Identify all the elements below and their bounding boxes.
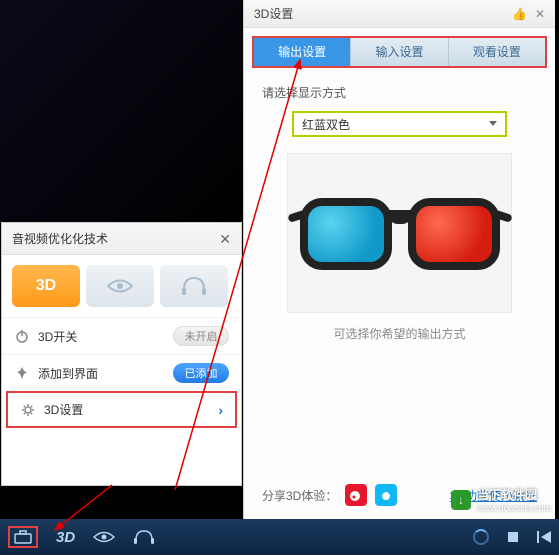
tencent-icon[interactable] (375, 484, 397, 506)
player-toolbar: 3D (0, 519, 559, 555)
glasses-preview (287, 153, 512, 313)
titlebar-controls: 👍 ✕ (512, 0, 545, 28)
panel-body: 请选择显示方式 红蓝双色 可选择你希望的输出方式 (244, 68, 555, 358)
pin-icon (14, 365, 30, 381)
switch-status-pill[interactable]: 未开启 (173, 326, 229, 346)
mode-3d-button[interactable]: 3D (12, 265, 80, 307)
select-prompt: 请选择显示方式 (262, 84, 537, 101)
eye-icon (93, 530, 115, 544)
tab-view[interactable]: 观看设置 (448, 38, 545, 66)
watermark: ↓ 当下软件园 www.downxia.com (451, 486, 551, 513)
watermark-url: www.downxia.com (477, 503, 551, 513)
panel-titlebar: 3D设置 👍 ✕ (244, 0, 555, 28)
row-add-to-ui[interactable]: 添加到界面 已添加 (2, 354, 241, 391)
toolbar-eye-button[interactable] (93, 530, 115, 544)
briefcase-icon (14, 530, 32, 544)
row-3d-switch[interactable]: 3D开关 未开启 (2, 317, 241, 354)
row-label: 添加到界面 (38, 365, 165, 382)
headphone-icon (133, 529, 155, 545)
description-text: 可选择你希望的输出方式 (262, 325, 537, 342)
loading-spinner-icon (473, 529, 489, 545)
watermark-badge-icon: ↓ (451, 490, 471, 510)
prev-icon (537, 531, 551, 543)
mode-eye-button[interactable] (86, 265, 154, 307)
av-optimization-panel: 音视频优化化技术 ✕ 3D 3D开关 未开启 添加到界面 已添加 3D设置 › (1, 222, 242, 486)
panel-header: 音视频优化化技术 ✕ (2, 223, 241, 255)
stop-button[interactable] (507, 531, 519, 543)
mode-audio-button[interactable] (160, 265, 228, 307)
row-3d-settings[interactable]: 3D设置 › (6, 391, 237, 428)
mode-icon-row: 3D (2, 255, 241, 317)
settings-panel-3d: 3D设置 👍 ✕ 输出设置 输入设置 观看设置 请选择显示方式 红蓝双色 (243, 0, 555, 520)
close-icon[interactable]: ✕ (219, 223, 231, 255)
thumbs-up-icon[interactable]: 👍 (512, 0, 527, 28)
toolbox-button[interactable] (8, 526, 38, 548)
eye-icon (106, 277, 134, 295)
row-label: 3D设置 (44, 401, 210, 418)
toolbar-audio-button[interactable] (133, 529, 155, 545)
row-label: 3D开关 (38, 328, 165, 345)
panel-title: 3D设置 (254, 0, 293, 28)
added-status-pill[interactable]: 已添加 (173, 363, 229, 383)
settings-tabs: 输出设置 输入设置 观看设置 (254, 38, 545, 66)
tabs-highlight-box: 输出设置 输入设置 观看设置 (252, 36, 547, 68)
video-preview-area (0, 0, 243, 222)
prev-button[interactable] (537, 531, 551, 543)
chevron-right-icon: › (218, 402, 223, 418)
glasses-3d-icon (300, 188, 500, 278)
watermark-text: 当下软件园 (477, 486, 551, 503)
chevron-down-icon (489, 121, 497, 126)
tab-input[interactable]: 输入设置 (350, 38, 447, 66)
stop-icon (507, 531, 519, 543)
panel-title: 音视频优化化技术 (12, 223, 108, 255)
share-label: 分享3D体验： (262, 487, 337, 504)
headphone-icon (180, 276, 208, 296)
toolbar-3d-button[interactable]: 3D (56, 529, 75, 546)
power-icon (14, 328, 30, 344)
gear-icon (20, 402, 36, 418)
tab-output[interactable]: 输出设置 (254, 38, 350, 66)
display-mode-select[interactable]: 红蓝双色 (292, 111, 507, 137)
select-value: 红蓝双色 (302, 116, 350, 133)
weibo-icon[interactable] (345, 484, 367, 506)
close-icon[interactable]: ✕ (535, 0, 545, 28)
